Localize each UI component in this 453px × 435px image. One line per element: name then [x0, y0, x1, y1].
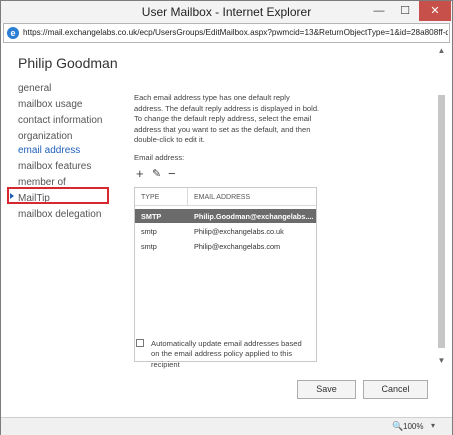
vertical-scrollbar[interactable]: ▲ ▼	[436, 45, 447, 369]
nav-item-mailbox-delegation[interactable]: mailbox delegation	[18, 209, 101, 220]
row-email: Philip.Goodman@exchangelabs....	[194, 212, 314, 221]
scroll-thumb[interactable]	[438, 95, 445, 348]
ie-window: User Mailbox - Internet Explorer — ☐ ✕ e…	[0, 0, 453, 435]
scroll-up-icon[interactable]: ▲	[436, 45, 447, 56]
address-bar[interactable]: e https://mail.exchangelabs.co.uk/ecp/Us…	[3, 23, 450, 43]
nav-item-general[interactable]: general	[18, 83, 51, 94]
row-email: Philip@exchangelabs.com	[194, 242, 281, 251]
email-address-table: TYPE EMAIL ADDRESS SMTP Philip.Goodman@e…	[134, 187, 317, 362]
maximize-button[interactable]: ☐	[392, 1, 418, 21]
zoom-dropdown-icon[interactable]: ▾	[431, 421, 435, 430]
nav-item-mailbox-usage[interactable]: mailbox usage	[18, 99, 82, 110]
zoom-level[interactable]: 100%	[403, 422, 423, 431]
auto-update-label: Automatically update email addresses bas…	[151, 339, 302, 369]
column-header-email[interactable]: EMAIL ADDRESS	[194, 194, 250, 201]
edit-icon[interactable]: ✎	[152, 167, 161, 181]
title-bar: User Mailbox - Internet Explorer — ☐ ✕	[1, 1, 452, 23]
nav-item-contact-information[interactable]: contact information	[18, 115, 103, 126]
table-row[interactable]: SMTP Philip.Goodman@exchangelabs....	[135, 209, 316, 223]
add-icon[interactable]: +	[136, 167, 144, 181]
nav-item-email-address[interactable]: email address	[18, 145, 80, 156]
nav-item-mailbox-features[interactable]: mailbox features	[18, 161, 91, 172]
row-type: smtp	[141, 242, 157, 251]
scroll-down-icon[interactable]: ▼	[436, 355, 447, 366]
remove-icon[interactable]: −	[168, 167, 176, 181]
ie-globe-icon: e	[7, 27, 19, 39]
page-content: Philip Goodman general mailbox usage con…	[3, 45, 450, 414]
save-button[interactable]: Save	[297, 380, 356, 399]
active-nav-arrow-icon	[10, 193, 14, 199]
table-header: TYPE EMAIL ADDRESS	[135, 188, 316, 206]
email-address-label: Email address:	[134, 153, 185, 162]
nav-item-organization[interactable]: organization	[18, 131, 72, 142]
row-type: SMTP	[141, 212, 162, 221]
minimize-button[interactable]: —	[366, 1, 392, 21]
close-window-button[interactable]: ✕	[419, 1, 451, 21]
zoom-icon[interactable]: 🔍	[392, 421, 403, 432]
column-header-type[interactable]: TYPE	[141, 194, 159, 201]
column-divider	[187, 188, 188, 206]
row-type: smtp	[141, 227, 157, 236]
url-text[interactable]: https://mail.exchangelabs.co.uk/ecp/User…	[23, 28, 448, 37]
auto-update-checkbox[interactable]	[136, 339, 144, 347]
active-nav-highlight	[7, 187, 109, 204]
table-row[interactable]: smtp Philip@exchangelabs.co.uk	[135, 224, 316, 238]
email-description: Each email address type has one default …	[134, 93, 320, 144]
table-row[interactable]: smtp Philip@exchangelabs.com	[135, 239, 316, 253]
status-bar: 🔍 100% ▾	[1, 417, 452, 435]
cancel-button[interactable]: Cancel	[363, 380, 428, 399]
page-title: Philip Goodman	[18, 55, 118, 71]
row-email: Philip@exchangelabs.co.uk	[194, 227, 284, 236]
